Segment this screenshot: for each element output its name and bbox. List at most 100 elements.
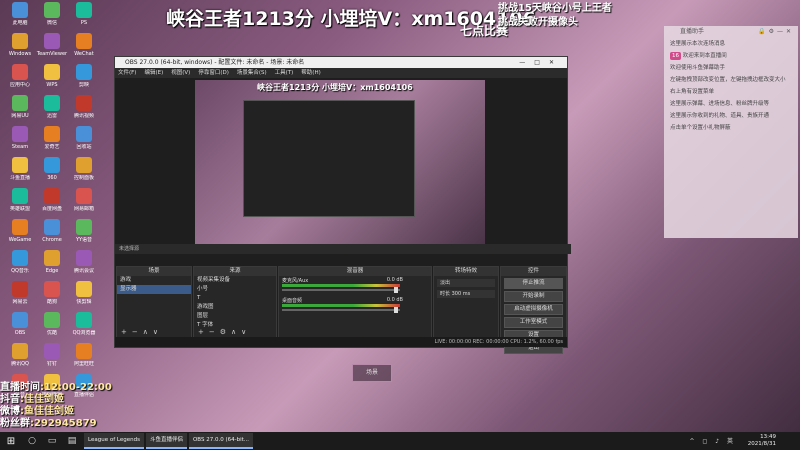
chat-message: 这里展示本次连场消息 [664, 38, 798, 50]
app-icon [44, 219, 60, 235]
minimize-icon[interactable]: — [777, 28, 786, 35]
close-icon[interactable]: ✕ [786, 28, 794, 35]
chat-header[interactable]: 直播助手 🔒⚙—✕ [664, 26, 798, 38]
desktop-icon-label: 迅雷 [46, 113, 57, 119]
app-icon [44, 250, 60, 266]
desktop-icon-label: 剪映 [78, 82, 89, 88]
clock-date: 2021/8/31 [747, 441, 776, 447]
file-explorer-icon[interactable]: ▤ [62, 436, 82, 446]
taskbar-app[interactable]: 斗鱼直播伴侣 [145, 433, 187, 449]
desktop-icon-label: 此电脑 [12, 20, 28, 26]
scene-button[interactable]: 场景 [352, 364, 392, 382]
preview-title: 峡谷王者1213分 小埋培V：xm1604106 [257, 83, 413, 92]
app-icon [12, 64, 28, 80]
mixer-dock-title: 混音器 [279, 267, 431, 276]
lock-icon[interactable]: 🔒 [758, 28, 768, 35]
source-item[interactable]: 视频采集设备 [194, 276, 276, 285]
desktop-icon-label: 英雄联盟 [9, 206, 30, 212]
desktop-icon-label: WeChat [74, 51, 94, 57]
chat-message: 欢迎使用斗鱼弹幕助手 [664, 62, 798, 74]
mixer-track-name: 麦克风/Aux [282, 278, 309, 284]
volume-slider[interactable] [282, 307, 400, 313]
desktop-icon-label: 爱奇艺 [44, 144, 60, 150]
menu-item[interactable]: 帮助(H) [301, 70, 320, 76]
obs-preview[interactable]: 峡谷王者1213分 小埋培V：xm1604106 [195, 80, 485, 244]
sources-dock-controls[interactable]: +−⚙∧∨ [194, 327, 276, 337]
desktop-icon-label: WeGame [8, 237, 32, 243]
menu-item[interactable]: 视图(V) [171, 70, 190, 76]
app-icon [76, 281, 92, 297]
chat-message: 16 欢迎来到本直播间 [664, 50, 798, 62]
control-button[interactable]: 停止推流 [504, 278, 563, 289]
obs-window-title: OBS 27.0.0 (64-bit, windows) - 配置文件: 未命名… [125, 59, 305, 66]
challenge-line-2: 挑战失败开摄像头 [498, 17, 578, 28]
control-button[interactable]: 工作室模式 [504, 317, 563, 328]
taskbar-app[interactable]: OBS 27.0.0 (64-bit... [188, 433, 254, 449]
window-controls[interactable]: —□✕ [519, 57, 563, 68]
volume-slider[interactable] [282, 287, 400, 293]
app-icon [76, 343, 92, 359]
desktop-icons: 此电脑 Windows 应用中心 网易UU Steam 斗鱼直播 英雄联盟 WeGame QQ音… [0, 0, 100, 410]
source-item[interactable]: T [194, 294, 276, 303]
desktop-icon-label: 钉钉 [46, 361, 57, 367]
close-icon[interactable]: ✕ [549, 59, 563, 66]
desktop-icon-label: 360 [47, 175, 57, 181]
scenes-dock-controls[interactable]: +−∧∨ [117, 327, 191, 337]
app-icon [44, 126, 60, 142]
menu-item[interactable]: 工具(T) [275, 70, 294, 76]
chat-message-text: 这里展示本次连场消息 [670, 41, 726, 47]
desktop-icon-label: 腾讯QQ [11, 361, 29, 367]
stream-weibo: 微博:鱼佳佳剑姬 [0, 406, 74, 417]
source-item[interactable]: 图层 [194, 312, 276, 321]
mixer-track[interactable]: 麦克风/Aux 0.0 dB [279, 276, 431, 296]
scene-item[interactable]: 显示器 [117, 285, 191, 294]
desktop-icon-label: 快剪辑 [76, 299, 92, 305]
scene-item[interactable]: 游戏 [117, 276, 191, 285]
desktop-icon-label: Edge [45, 268, 59, 274]
minimize-icon[interactable]: — [519, 59, 534, 66]
menu-item[interactable]: 停靠窗口(D) [198, 70, 229, 76]
desktop-icon-label: 腾讯视频 [73, 113, 94, 119]
menu-item[interactable]: 场景集合(S) [237, 70, 267, 76]
taskbar-clock[interactable]: 13:49 2021/8/31 [748, 434, 776, 448]
chat-message: 右上角有设置菜单 [664, 86, 798, 98]
mixer-track[interactable]: 桌面音频 0.0 dB [279, 296, 431, 316]
transitions-dock: 转场特效 淡出 时长 300 ms [433, 266, 499, 338]
chat-message-text: 这里展示弹幕、进场信息、粉丝牌升级等 [670, 101, 770, 107]
chat-message: 左键拖拽顶部改变位置，左键拖拽边框改变大小 [664, 74, 798, 86]
taskbar-app[interactable]: League of Legends [84, 433, 144, 449]
obs-window[interactable]: OBS 27.0.0 (64-bit, windows) - 配置文件: 未命名… [114, 56, 571, 354]
sources-dock: 来源 视频采集设备 小号 T 游戏图 图层 T 字体 +−⚙∧∨ [193, 266, 277, 338]
desktop-icon-label: Steam [11, 144, 29, 150]
controls-dock: 控件 停止推流 开始录制 启动虚拟摄像机 工作室模式 设置 退出 [500, 266, 567, 354]
transitions-dock-title: 转场特效 [434, 267, 498, 276]
app-icon [12, 33, 28, 49]
transition-duration[interactable]: 时长 300 ms [437, 290, 495, 298]
gear-icon[interactable]: ⚙ [769, 28, 777, 35]
control-button[interactable]: 启动虚拟摄像机 [504, 304, 563, 315]
app-icon [12, 95, 28, 111]
preview-nested-capture [243, 100, 415, 217]
chat-assistant-panel[interactable]: 直播助手 🔒⚙—✕ 这里展示本次连场消息 16 欢迎来到本直播间 欢迎使用斗鱼弹幕助… [664, 26, 798, 238]
desktop-icon-label: 酷狗 [46, 299, 57, 305]
obs-titlebar[interactable]: OBS 27.0.0 (64-bit, windows) - 配置文件: 未命名… [115, 57, 567, 68]
system-tray[interactable]: ^ ◻ ♪ 英 [689, 436, 736, 445]
app-icon [12, 188, 28, 204]
search-icon[interactable]: ○ [22, 436, 42, 446]
source-item[interactable]: 游戏图 [194, 303, 276, 312]
mixer-track-db: 0.0 dB [386, 277, 403, 283]
stream-info: 直播时间:12:00-22:00 抖音:佳佳剑姬 微博:鱼佳佳剑姬 粉丝群:29… [0, 382, 112, 430]
chat-window-controls[interactable]: 🔒⚙—✕ [758, 26, 794, 38]
control-button[interactable]: 开始录制 [504, 291, 563, 302]
desktop-icon-label: 百度网盘 [41, 206, 62, 212]
menu-item[interactable]: 编辑(E) [144, 70, 163, 76]
desktop-icon-label: 腾讯会议 [73, 268, 94, 274]
windows-start-icon[interactable]: ⊞ [0, 436, 22, 447]
source-item[interactable]: 小号 [194, 285, 276, 294]
maximize-icon[interactable]: □ [534, 59, 549, 66]
menu-item[interactable]: 文件(F) [118, 70, 136, 76]
chat-message: 这里展示弹幕、进场信息、粉丝牌升级等 [664, 98, 798, 110]
task-view-icon[interactable]: ▭ [42, 436, 62, 446]
transition-type-select[interactable]: 淡出 [437, 279, 495, 287]
chat-message: 这里展示你收到的礼物、道具、贵族开通 [664, 110, 798, 122]
